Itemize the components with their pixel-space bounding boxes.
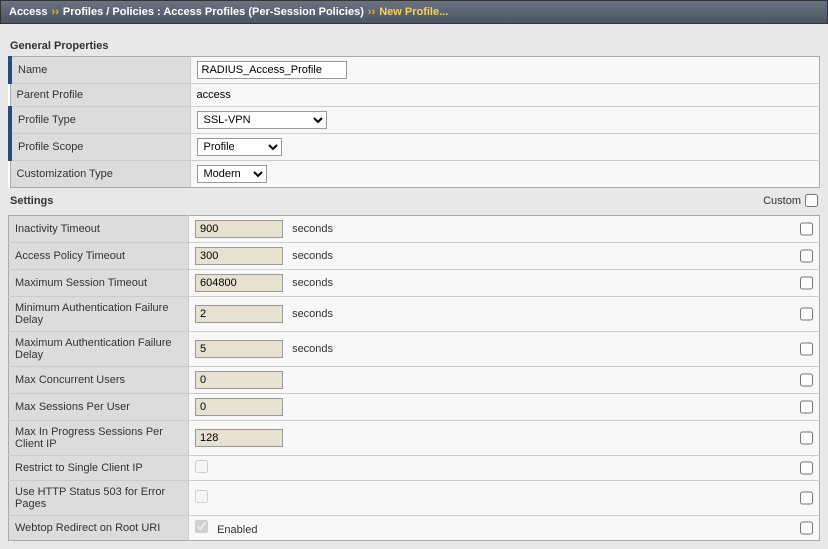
- profile-scope-select[interactable]: Profile: [197, 138, 282, 156]
- min-auth-fail-delay-custom-checkbox[interactable]: [800, 308, 813, 321]
- max-session-timeout-label: Maximum Session Timeout: [9, 270, 189, 297]
- general-properties-header: General Properties: [8, 34, 820, 56]
- max-in-progress-label: Max In Progress Sessions Per Client IP: [9, 421, 189, 456]
- seconds-unit: seconds: [292, 250, 333, 262]
- webtop-redirect-label: Webtop Redirect on Root URI: [9, 516, 189, 541]
- restrict-single-ip-checkbox: [195, 460, 208, 473]
- seconds-unit: seconds: [292, 308, 333, 320]
- max-auth-fail-delay-custom-checkbox[interactable]: [800, 343, 813, 356]
- max-sessions-per-user-custom-checkbox[interactable]: [800, 401, 813, 414]
- customization-type-select[interactable]: Modern: [197, 165, 267, 183]
- section-title: General Properties: [10, 40, 108, 52]
- restrict-single-ip-custom-checkbox[interactable]: [800, 462, 813, 475]
- enabled-text: Enabled: [217, 524, 257, 536]
- breadcrumb-bar: Access ›› Profiles / Policies : Access P…: [0, 0, 828, 24]
- seconds-unit: seconds: [292, 343, 333, 355]
- custom-all-checkbox[interactable]: [805, 194, 818, 207]
- max-concurrent-users-label: Max Concurrent Users: [9, 367, 189, 394]
- max-auth-fail-delay-input[interactable]: [195, 340, 283, 358]
- profile-type-label: Profile Type: [10, 107, 190, 134]
- access-policy-timeout-label: Access Policy Timeout: [9, 243, 189, 270]
- max-session-timeout-input[interactable]: [195, 274, 283, 292]
- use-http-503-custom-checkbox[interactable]: [800, 492, 813, 505]
- breadcrumb-sep-icon: ››: [368, 6, 375, 18]
- use-http-503-label: Use HTTP Status 503 for Error Pages: [9, 481, 189, 516]
- settings-header: Settings Custom: [8, 188, 820, 211]
- parent-profile-value: access: [197, 89, 231, 101]
- min-auth-fail-delay-input[interactable]: [195, 305, 283, 323]
- breadcrumb-root[interactable]: Access: [9, 6, 48, 18]
- inactivity-timeout-custom-checkbox[interactable]: [800, 223, 813, 236]
- webtop-redirect-custom-checkbox[interactable]: [800, 522, 813, 535]
- max-sessions-per-user-label: Max Sessions Per User: [9, 394, 189, 421]
- parent-profile-label: Parent Profile: [10, 84, 190, 107]
- seconds-unit: seconds: [292, 277, 333, 289]
- access-policy-timeout-input[interactable]: [195, 247, 283, 265]
- inactivity-timeout-label: Inactivity Timeout: [9, 216, 189, 243]
- inactivity-timeout-input[interactable]: [195, 220, 283, 238]
- max-sessions-per-user-input[interactable]: [195, 398, 283, 416]
- max-concurrent-users-input[interactable]: [195, 371, 283, 389]
- section-title: Settings: [10, 195, 53, 207]
- access-policy-timeout-custom-checkbox[interactable]: [800, 250, 813, 263]
- max-in-progress-input[interactable]: [195, 429, 283, 447]
- profile-scope-label: Profile Scope: [10, 134, 190, 161]
- max-concurrent-users-custom-checkbox[interactable]: [800, 374, 813, 387]
- breadcrumb-sep-icon: ››: [52, 6, 59, 18]
- max-in-progress-custom-checkbox[interactable]: [800, 432, 813, 445]
- custom-label: Custom: [763, 195, 801, 207]
- breadcrumb-middle[interactable]: Profiles / Policies : Access Profiles (P…: [63, 6, 364, 18]
- max-session-timeout-custom-checkbox[interactable]: [800, 277, 813, 290]
- webtop-redirect-checkbox: [195, 520, 208, 533]
- general-properties-table: Name Parent Profile access Profile Type …: [8, 56, 820, 188]
- settings-table: Inactivity Timeout seconds Access Policy…: [8, 215, 820, 541]
- restrict-single-ip-label: Restrict to Single Client IP: [9, 456, 189, 481]
- name-input[interactable]: [197, 61, 347, 79]
- seconds-unit: seconds: [292, 223, 333, 235]
- profile-type-select[interactable]: SSL-VPN: [197, 111, 327, 129]
- breadcrumb-current: New Profile...: [379, 6, 448, 18]
- name-label: Name: [10, 57, 190, 84]
- max-auth-fail-delay-label: Maximum Authentication Failure Delay: [9, 332, 189, 367]
- use-http-503-checkbox: [195, 490, 208, 503]
- min-auth-fail-delay-label: Minimum Authentication Failure Delay: [9, 297, 189, 332]
- customization-type-label: Customization Type: [10, 161, 190, 188]
